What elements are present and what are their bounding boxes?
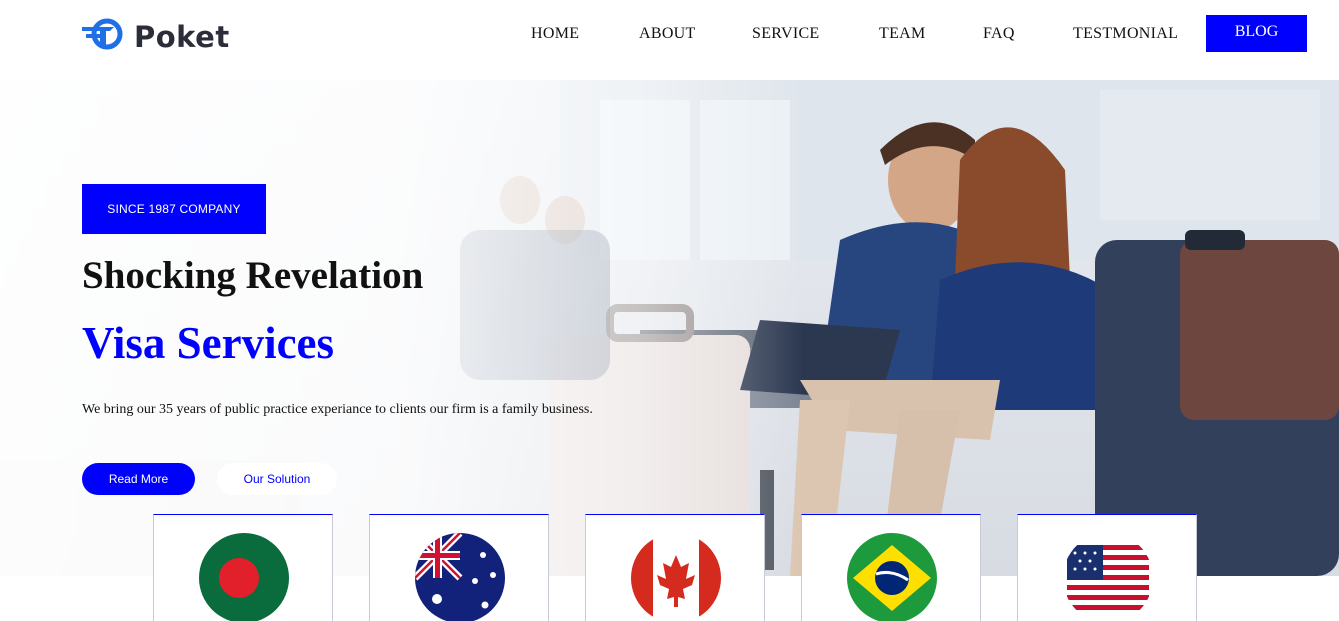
country-card-bangladesh[interactable] xyxy=(153,514,333,621)
hero-description: We bring our 35 years of public practice… xyxy=(82,402,593,417)
hero-title-line1: Shocking Revelation xyxy=(82,254,424,297)
nav-home[interactable]: HOME xyxy=(531,25,579,43)
nav-service[interactable]: SERVICE xyxy=(752,25,820,43)
canada-flag-icon xyxy=(631,533,721,621)
country-card-usa[interactable] xyxy=(1017,514,1197,621)
country-card-canada[interactable] xyxy=(585,514,765,621)
hero-section: SINCE 1987 COMPANY Shocking Revelation V… xyxy=(0,80,1339,576)
nav-testimonial[interactable]: TESTMONIAL xyxy=(1073,25,1178,43)
site-header: Poket HOME ABOUT SERVICE TEAM FAQ TESTMO… xyxy=(0,0,1339,80)
usa-flag-icon xyxy=(1063,533,1153,621)
country-card-australia[interactable] xyxy=(369,514,549,621)
main-nav: HOME ABOUT SERVICE TEAM FAQ TESTMONIAL xyxy=(0,25,1339,47)
since-badge: SINCE 1987 COMPANY xyxy=(82,184,266,234)
country-card-brazil[interactable] xyxy=(801,514,981,621)
blog-button[interactable]: BLOG xyxy=(1206,15,1307,52)
brazil-flag-icon xyxy=(847,533,937,621)
hero-title-line2: Visa Services xyxy=(82,318,335,368)
nav-about[interactable]: ABOUT xyxy=(639,25,696,43)
australia-flag-icon xyxy=(415,533,505,621)
bangladesh-flag-icon xyxy=(199,533,289,621)
nav-faq[interactable]: FAQ xyxy=(983,25,1015,43)
our-solution-button[interactable]: Our Solution xyxy=(217,463,337,495)
read-more-button[interactable]: Read More xyxy=(82,463,195,495)
nav-team[interactable]: TEAM xyxy=(879,25,926,43)
